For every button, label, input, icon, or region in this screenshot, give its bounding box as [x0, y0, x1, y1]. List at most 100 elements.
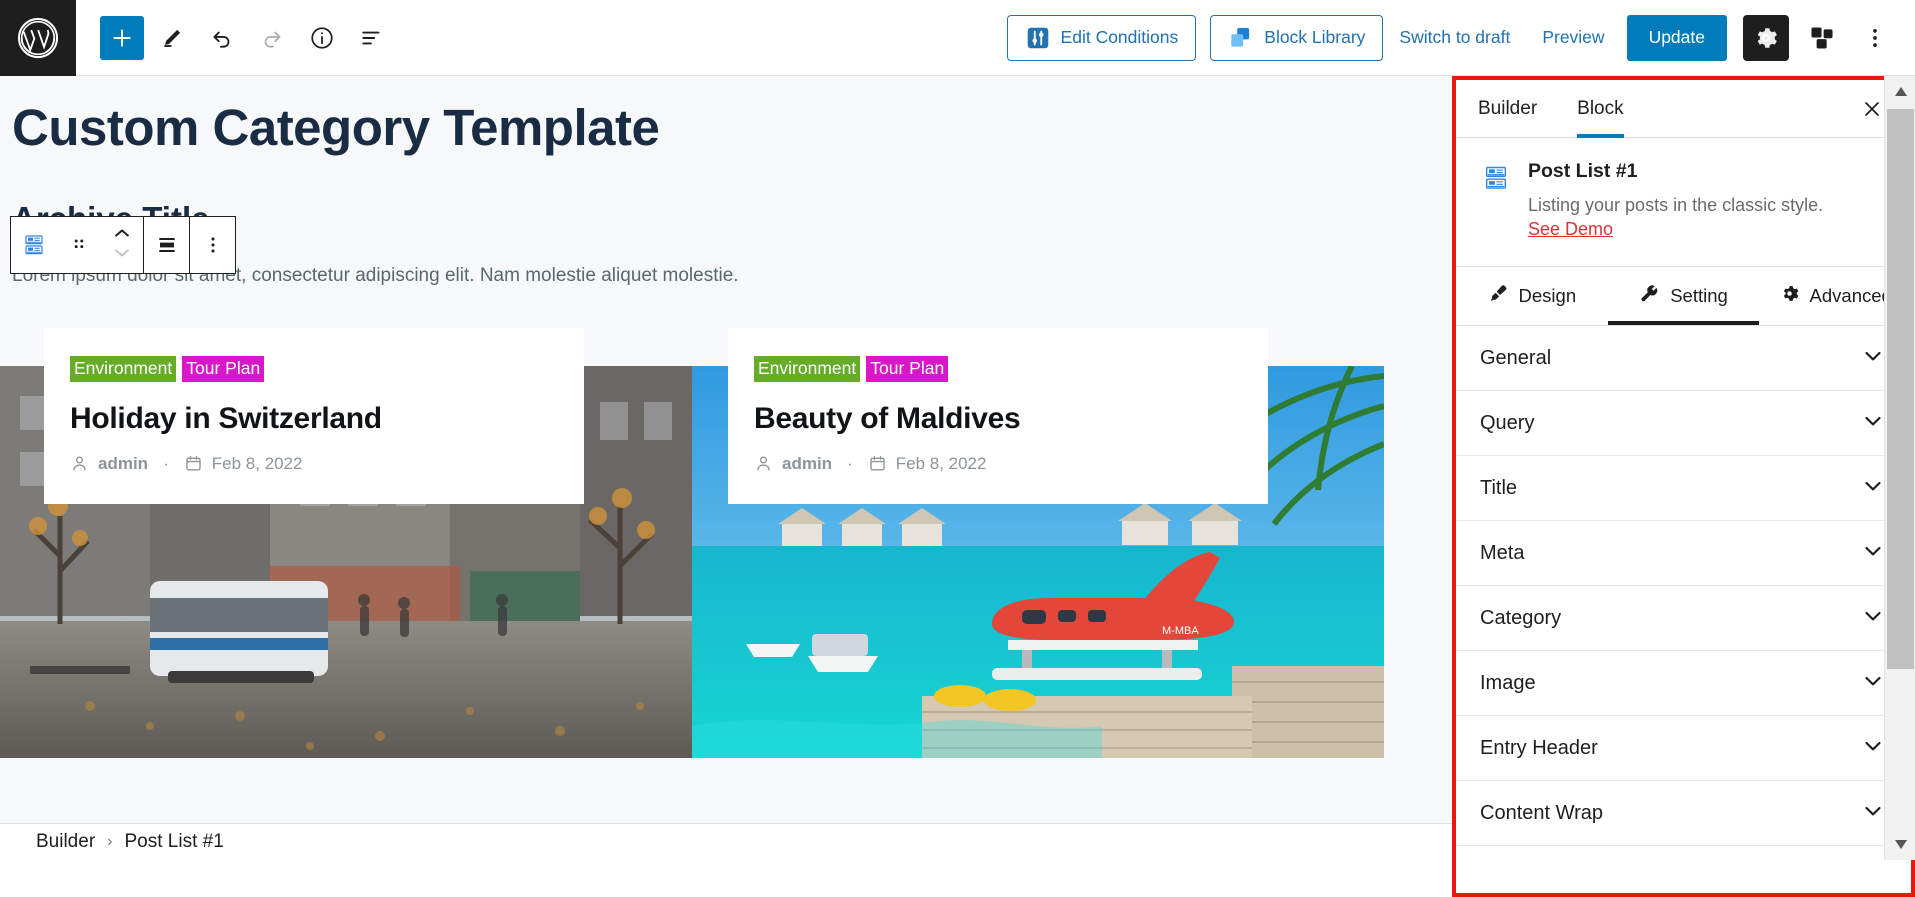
selected-block-info: Post List #1 Listing your posts in the c…	[1456, 138, 1911, 268]
meta-separator: ·	[163, 453, 169, 473]
accordion-label: Entry Header	[1480, 736, 1598, 759]
accordion-content-wrap[interactable]: Content Wrap	[1456, 781, 1911, 847]
sidebar-subtabs: Design Setting Advanced	[1456, 267, 1911, 327]
undo-button[interactable]	[200, 16, 244, 60]
toolbar-right-group: Edit Conditions Block Library Switch to …	[1006, 14, 1915, 61]
list-view-button[interactable]	[350, 16, 394, 60]
chevron-right-icon: ›	[107, 833, 113, 850]
chevron-down-icon	[1861, 539, 1885, 568]
tab-block[interactable]: Block	[1577, 80, 1625, 138]
breadcrumb: Builder › Post List #1	[0, 823, 1452, 860]
block-library-button[interactable]: Block Library	[1210, 14, 1384, 61]
block-toolbar	[10, 216, 236, 274]
accordion-query[interactable]: Query	[1456, 391, 1911, 457]
post-categories: Environment Tour Plan	[70, 356, 558, 382]
category-badge[interactable]: Environment	[754, 356, 861, 382]
chevron-down-icon	[1861, 344, 1885, 373]
category-badge[interactable]: Tour Plan	[182, 356, 265, 382]
drag-handle-icon[interactable]	[56, 217, 101, 273]
gear-icon	[1779, 283, 1800, 309]
accordion-general[interactable]: General	[1456, 326, 1911, 392]
category-badge[interactable]: Tour Plan	[866, 356, 949, 382]
post-card[interactable]: Environment Tour Plan Holiday in Switzer…	[0, 328, 692, 758]
align-center-icon[interactable]	[144, 217, 189, 273]
wordpress-logo-icon[interactable]	[0, 0, 76, 76]
block-toolbar-group-left	[11, 217, 144, 273]
edit-conditions-label: Edit Conditions	[1060, 27, 1179, 47]
more-options-button[interactable]	[1855, 15, 1895, 61]
chevron-down-icon	[1861, 474, 1885, 503]
switch-to-draft-button[interactable]: Switch to draft	[1383, 15, 1526, 61]
tools-edit-button[interactable]	[150, 16, 194, 60]
scrollbar-up-arrow-icon[interactable]	[1885, 76, 1915, 107]
block-description: Listing your posts in the classic style.	[1528, 195, 1824, 215]
stacked-squares-icon	[1228, 25, 1254, 51]
tab-setting[interactable]: Setting	[1607, 267, 1760, 326]
wordpress-block-editor: Edit Conditions Block Library Switch to …	[0, 0, 1915, 897]
move-down-button[interactable]	[112, 246, 132, 264]
post-title[interactable]: Holiday in Switzerland	[70, 402, 558, 436]
accordion-label: Query	[1480, 411, 1535, 434]
settings-gear-button[interactable]	[1743, 14, 1789, 61]
post-list-block: Environment Tour Plan Holiday in Switzer…	[0, 328, 1452, 758]
details-info-button[interactable]	[300, 16, 344, 60]
update-button[interactable]: Update	[1626, 14, 1727, 61]
user-icon	[754, 454, 773, 473]
post-author: admin	[98, 453, 149, 473]
accordion-image[interactable]: Image	[1456, 651, 1911, 717]
page-title: Custom Category Template	[12, 99, 660, 156]
accordion-label: Category	[1480, 606, 1562, 629]
post-meta: admin · Feb 8, 2022	[70, 454, 558, 474]
tab-advanced-label: Advanced	[1809, 285, 1892, 307]
toolbar-left-group	[76, 15, 394, 60]
block-library-label: Block Library	[1264, 27, 1366, 47]
accordion-label: General	[1480, 346, 1552, 369]
block-options-kebab-icon[interactable]	[190, 217, 235, 273]
chevron-down-icon	[1861, 799, 1885, 828]
category-badge[interactable]: Environment	[70, 356, 177, 382]
accordion-category[interactable]: Category	[1456, 586, 1911, 652]
editor-canvas: Custom Category Template Archive Title L…	[0, 76, 1452, 860]
block-toolbar-group-options	[190, 217, 235, 273]
scrollbar-down-arrow-icon[interactable]	[1885, 829, 1915, 860]
post-list-block-icon[interactable]	[11, 217, 56, 273]
accordion-label: Image	[1480, 671, 1536, 694]
move-up-button[interactable]	[112, 226, 132, 244]
block-name: Post List #1	[1528, 160, 1638, 182]
chevron-down-icon	[1861, 734, 1885, 763]
canvas-scrollbar[interactable]	[1884, 76, 1915, 860]
sliders-icon	[1025, 25, 1051, 51]
post-card[interactable]: M-MBA Environment Tour Plan Beauty of Ma…	[692, 328, 1384, 758]
post-card-content: Environment Tour Plan Beauty of Maldives…	[728, 328, 1268, 504]
meta-separator: ·	[847, 453, 853, 473]
post-title[interactable]: Beauty of Maldives	[754, 402, 1242, 436]
block-mover[interactable]	[101, 217, 143, 273]
accordion-label: Content Wrap	[1480, 801, 1604, 824]
chevron-down-icon	[1861, 604, 1885, 633]
brush-icon	[1488, 283, 1509, 309]
accordion-label: Meta	[1480, 541, 1525, 564]
editor-top-toolbar: Edit Conditions Block Library Switch to …	[0, 0, 1915, 76]
tab-design[interactable]: Design	[1456, 267, 1608, 325]
block-settings-sidebar: Builder Block Post List #1 Listing your …	[1452, 76, 1915, 897]
accordion-entry-header[interactable]: Entry Header	[1456, 716, 1911, 782]
calendar-icon	[868, 454, 887, 473]
scrollbar-thumb[interactable]	[1887, 109, 1914, 669]
tab-builder[interactable]: Builder	[1478, 80, 1537, 138]
accordion-meta[interactable]: Meta	[1456, 521, 1911, 587]
selected-block-text: Post List #1 Listing your posts in the c…	[1528, 160, 1823, 240]
add-block-button[interactable]	[100, 15, 144, 60]
chevron-down-icon	[1861, 669, 1885, 698]
post-categories: Environment Tour Plan	[754, 356, 1242, 382]
post-date: Feb 8, 2022	[895, 453, 987, 473]
breadcrumb-current[interactable]: Post List #1	[124, 831, 223, 853]
redo-button[interactable]	[250, 16, 294, 60]
calendar-icon	[184, 454, 203, 473]
breadcrumb-root[interactable]: Builder	[36, 831, 95, 853]
preview-button[interactable]: Preview	[1526, 15, 1620, 61]
accordion-title[interactable]: Title	[1456, 456, 1911, 522]
see-demo-link[interactable]: See Demo	[1528, 219, 1613, 240]
edit-conditions-button[interactable]: Edit Conditions	[1006, 14, 1197, 61]
blocks-panel-button[interactable]	[1799, 15, 1845, 61]
sidebar-tabs: Builder Block	[1456, 80, 1911, 138]
